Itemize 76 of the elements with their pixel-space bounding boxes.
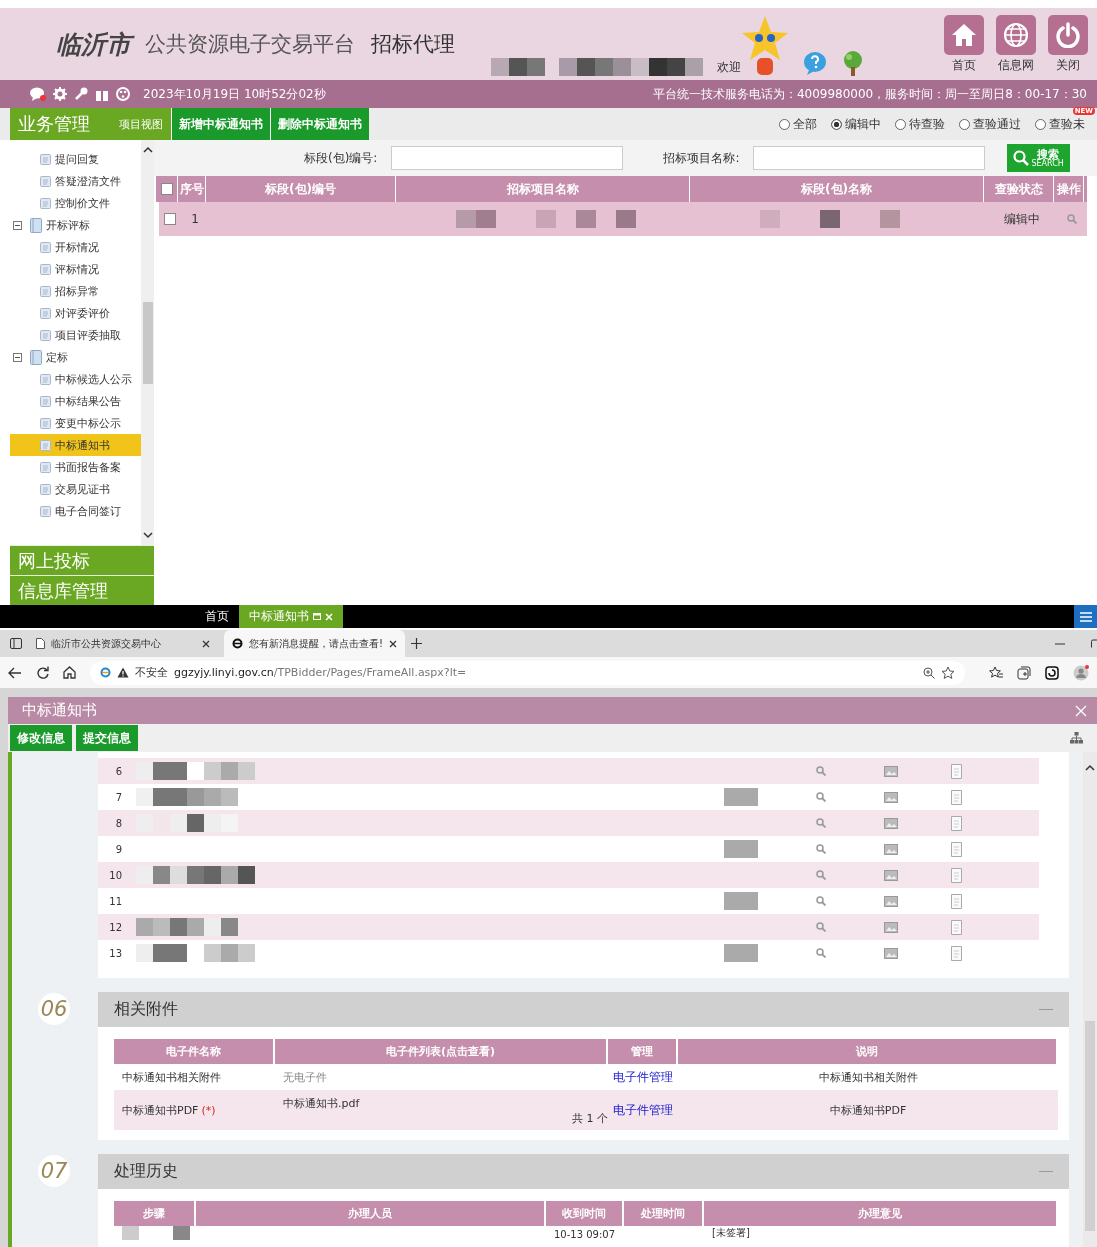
row-number: 6 — [114, 765, 123, 777]
section-title: 处理历史 — [114, 1161, 178, 1182]
url-host: ggzyjy.linyi.gov.cn — [174, 666, 274, 679]
column-header: 管理 — [608, 1039, 678, 1064]
tree-item[interactable]: 提问回复 — [10, 148, 141, 170]
file-count: 共 1 个 — [572, 1111, 608, 1126]
tree-item[interactable]: 开标情况 — [10, 236, 141, 258]
url-path: /TPBidder/Pages/FrameAll.aspx?lt= — [273, 666, 467, 679]
table-cell: 中标通知书PDF — [678, 1090, 1058, 1130]
row-number: 13 — [108, 947, 123, 959]
table-cell-text: [未签署] — [711, 1226, 751, 1240]
file-link[interactable]: 中标通知书.pdf — [283, 1096, 360, 1111]
dialog-title: 中标通知书 — [22, 701, 97, 720]
url-field[interactable]: 不安全 ggzyjy.linyi.gov.cn/TPBidder/Pages/FrameAll.aspx?lt= — [90, 660, 965, 685]
table-cell-text: 中标通知书相关附件 — [121, 1069, 222, 1086]
field-label: 标段(包)编号: — [304, 149, 378, 167]
platform-name: 公共资源电子交易平台 — [145, 31, 355, 58]
add-button[interactable]: 新增中标通知书 — [171, 108, 270, 140]
date-time: 2023年10月19日 10时52分02秒 — [143, 85, 326, 103]
tree-item[interactable]: 电子合同签订 — [10, 500, 141, 522]
edit-button[interactable]: 修改信息 — [10, 725, 72, 751]
tree-item[interactable]: 控制价文件 — [10, 192, 141, 214]
manage-link[interactable]: 电子件管理 — [613, 1069, 673, 1085]
required-mark: (*) — [201, 1103, 216, 1117]
column-header: 说明 — [678, 1039, 1058, 1064]
page-tab[interactable]: 首页 — [195, 605, 239, 628]
status-filter[interactable]: 全部 — [779, 115, 817, 133]
tree-item[interactable]: 书面报告备案 — [10, 456, 141, 478]
browser-tab[interactable]: 临沂市公共资源交易中心 — [28, 630, 218, 657]
column-header: 办理人员 — [196, 1201, 546, 1226]
tree-item[interactable]: 招标异常 — [10, 280, 141, 302]
tree-item[interactable]: 中标通知书 — [10, 434, 141, 456]
field-label: 招标项目名称: — [663, 149, 740, 167]
tree-group[interactable]: 定标 — [46, 349, 68, 365]
welcome-text: 欢迎 — [717, 59, 741, 76]
row-number: 12 — [108, 921, 123, 933]
table-cell-text: 无电子件 — [282, 1069, 328, 1086]
row-number: 8 — [114, 817, 123, 829]
step-number: 07 — [38, 1155, 70, 1187]
tree-item[interactable]: 中标结果公告 — [10, 390, 141, 412]
table-cell-text: 1 — [190, 211, 200, 228]
status-filter[interactable]: 编辑中 — [831, 115, 881, 133]
column-header: 电子件列表(点击查看) — [275, 1039, 608, 1064]
service-info: 平台统一技术服务电话为：4009980000，服务时间：周一至周日8：00-17：30 — [652, 85, 1087, 103]
table-cell: 中标通知书PDF (*) — [114, 1090, 275, 1130]
tree-item[interactable]: 交易见证书 — [10, 478, 141, 500]
row-number: 11 — [108, 895, 123, 907]
tree-group[interactable]: 开标评标 — [46, 217, 90, 233]
sidebar-title: 业务管理 — [18, 112, 90, 136]
table-cell-text: 中标通知书相关附件 — [817, 1069, 919, 1086]
status-filter[interactable]: 待查验 — [895, 115, 945, 133]
row-number: 7 — [114, 791, 123, 803]
row-number: 9 — [114, 843, 123, 855]
column-header: 电子件名称 — [114, 1039, 275, 1064]
row-number: 10 — [108, 869, 123, 881]
tree-item[interactable]: 项目评委抽取 — [10, 324, 141, 346]
table-cell-text: 10-13 09:07 — [553, 1228, 617, 1240]
submit-button[interactable]: 提交信息 — [76, 725, 138, 751]
step-number: 06 — [38, 993, 70, 1025]
status-text: 编辑中 — [1003, 210, 1041, 228]
column-header: 办理意见 — [704, 1201, 1058, 1226]
browser-tab[interactable]: 您有新消息提醒，请点击查看! — [224, 630, 405, 657]
tree-item[interactable]: 变更中标公示 — [10, 412, 141, 434]
tree-item[interactable]: 对评委评价 — [10, 302, 141, 324]
tree-item[interactable]: 答疑澄清文件 — [10, 170, 141, 192]
delete-button[interactable]: 删除中标通知书 — [270, 108, 369, 140]
tree-item[interactable]: 中标候选人公示 — [10, 368, 141, 390]
role-name: 招标代理 — [371, 31, 455, 58]
column-header: 收到时间 — [546, 1201, 624, 1226]
section-title: 相关附件 — [114, 999, 178, 1020]
security-label: 不安全 — [135, 665, 168, 680]
tree-item[interactable]: 评标情况 — [10, 258, 141, 280]
column-header: 步骤 — [114, 1201, 196, 1226]
status-filter[interactable]: 查验通过 — [959, 115, 1021, 133]
status-filter[interactable]: 查验未 — [1035, 115, 1085, 133]
column-header: 处理时间 — [624, 1201, 704, 1226]
